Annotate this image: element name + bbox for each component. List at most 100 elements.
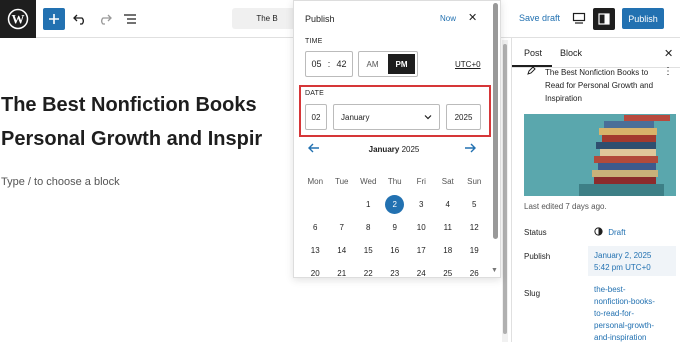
next-month-icon[interactable] <box>464 143 476 153</box>
slug-line: to-read-for- <box>594 309 635 318</box>
calendar-day[interactable]: 23 <box>382 263 409 278</box>
slug-line: and-inspiration <box>594 333 647 342</box>
calendar-day[interactable]: 11 <box>435 217 462 237</box>
desktop-preview-icon[interactable] <box>572 11 586 30</box>
weekday-label: Wed <box>360 176 377 186</box>
slug-link[interactable]: the-best- nonfiction-books- to-read-for-… <box>594 284 655 342</box>
pm-button[interactable]: PM <box>388 54 415 74</box>
post-summary-title: The Best Nonfiction Books to Read for Pe… <box>545 68 654 103</box>
calendar-day[interactable]: 22 <box>355 263 382 278</box>
month-select[interactable]: January <box>333 104 440 130</box>
calendar-day[interactable]: 9 <box>382 217 409 237</box>
calendar-day[interactable]: 25 <box>435 263 462 278</box>
minute-input[interactable]: 42 <box>331 59 352 69</box>
publish-date-popover: Publish Now ✕ TIME 05 : 42 AM PM UTC+0 D… <box>293 0 501 278</box>
weekday-label: Thu <box>387 176 402 186</box>
calendar-day[interactable]: 7 <box>329 217 356 237</box>
now-button[interactable]: Now <box>440 14 456 23</box>
publish-label: Publish <box>524 252 551 261</box>
calendar-grid: Mon Tue Wed Thu Fri Sat Sun 1 2 3 4 5 6 … <box>302 171 488 278</box>
weekday-label: Sat <box>441 176 454 186</box>
status-label: Status <box>524 228 547 237</box>
year-input[interactable]: 2025 <box>446 104 481 130</box>
add-block-button[interactable] <box>43 8 65 30</box>
calendar-day[interactable]: 1 <box>355 194 382 214</box>
calendar-day[interactable]: 26 <box>461 263 488 278</box>
more-options-icon[interactable]: ⋮ <box>663 66 673 77</box>
wordpress-logo-icon[interactable]: W <box>0 0 36 38</box>
save-draft-button[interactable]: Save draft <box>519 13 560 23</box>
slug-line: personal-growth- <box>594 321 655 330</box>
calendar-week: 1 2 3 4 5 <box>302 194 488 217</box>
calendar-year: 2025 <box>401 145 420 154</box>
day-input[interactable]: 02 <box>305 104 327 130</box>
close-icon[interactable]: ✕ <box>664 47 673 60</box>
calendar-day[interactable]: 20 <box>302 263 329 278</box>
publish-time-line: 5:42 pm UTC+0 <box>594 263 651 272</box>
canvas-scrollbar[interactable] <box>502 40 508 342</box>
draft-status-icon <box>594 227 603 236</box>
calendar-day[interactable]: 17 <box>408 240 435 260</box>
weekday-header: Mon Tue Wed Thu Fri Sat Sun <box>302 171 488 194</box>
popover-close-icon[interactable]: ✕ <box>468 11 477 24</box>
block-placeholder[interactable]: Type / to choose a block <box>1 176 120 188</box>
am-button[interactable]: AM <box>359 52 386 76</box>
hour-input[interactable]: 05 <box>306 59 327 69</box>
document-overview-icon[interactable] <box>119 8 141 30</box>
weekday-label: Tue <box>335 176 349 186</box>
weekday-label: Sun <box>467 176 482 186</box>
tab-block[interactable]: Block <box>560 48 582 58</box>
featured-image[interactable] <box>524 114 676 196</box>
sidebar-tabs: Post Block ✕ <box>512 38 680 68</box>
calendar-day[interactable]: 18 <box>435 240 462 260</box>
slug-line: nonfiction-books- <box>594 297 655 306</box>
settings-sidebar-icon[interactable] <box>593 8 615 30</box>
post-title-heading[interactable]: The Best Nonfiction Books Personal Growt… <box>1 88 301 156</box>
undo-icon[interactable] <box>69 8 91 30</box>
post-title-line-2: Personal Growth and Inspir <box>1 128 263 150</box>
am-pm-toggle: AM PM <box>358 51 418 77</box>
weekday-label: Fri <box>416 176 426 186</box>
calendar-day[interactable]: 14 <box>329 240 356 260</box>
publish-date-button[interactable]: January 2, 2025 5:42 pm UTC+0 <box>594 250 651 274</box>
tab-post[interactable]: Post <box>524 48 542 58</box>
calendar-day[interactable]: 5 <box>461 194 488 214</box>
calendar-day-selected[interactable]: 2 <box>382 194 409 214</box>
date-label: DATE <box>305 90 324 97</box>
calendar-week: 20 21 22 23 24 25 26 <box>302 263 488 278</box>
calendar-day[interactable]: 10 <box>408 217 435 237</box>
calendar-month-heading: January 2025 <box>354 145 434 154</box>
calendar-day[interactable]: 19 <box>461 240 488 260</box>
timezone-link[interactable]: UTC+0 <box>455 60 481 69</box>
calendar-day[interactable]: 24 <box>408 263 435 278</box>
publish-date-line: January 2, 2025 <box>594 251 652 260</box>
calendar-day[interactable]: 3 <box>408 194 435 214</box>
post-title-line-1: The Best Nonfiction Books <box>1 94 257 116</box>
previous-month-icon[interactable] <box>308 143 320 153</box>
calendar-week: 6 7 8 9 10 11 12 <box>302 217 488 240</box>
chevron-down-icon <box>424 115 432 120</box>
calendar-day[interactable]: 21 <box>329 263 356 278</box>
canvas-scrollbar-thumb[interactable] <box>503 44 507 334</box>
calendar-day[interactable]: 15 <box>355 240 382 260</box>
document-title-bar[interactable]: The B <box>232 8 302 29</box>
scroll-down-arrow-icon[interactable]: ▼ <box>491 267 498 274</box>
time-input-group: 05 : 42 <box>305 51 353 77</box>
settings-sidebar: Post Block ✕ The Best Nonfiction Books t… <box>511 38 680 342</box>
calendar-day <box>302 194 329 214</box>
post-icon <box>526 66 536 79</box>
calendar-day[interactable]: 13 <box>302 240 329 260</box>
calendar-day[interactable]: 4 <box>435 194 462 214</box>
calendar-day[interactable]: 12 <box>461 217 488 237</box>
calendar-day[interactable]: 16 <box>382 240 409 260</box>
calendar-day[interactable]: 8 <box>355 217 382 237</box>
status-value[interactable]: Draft <box>594 227 626 239</box>
redo-icon[interactable] <box>94 8 116 30</box>
slug-label: Slug <box>524 289 541 298</box>
status-value-text: Draft <box>608 228 626 237</box>
last-edited-text: Last edited 7 days ago. <box>524 202 607 211</box>
calendar-day <box>329 194 356 214</box>
calendar-day[interactable]: 6 <box>302 217 329 237</box>
popover-scrollbar[interactable] <box>493 3 498 239</box>
publish-button[interactable]: Publish <box>622 8 664 29</box>
